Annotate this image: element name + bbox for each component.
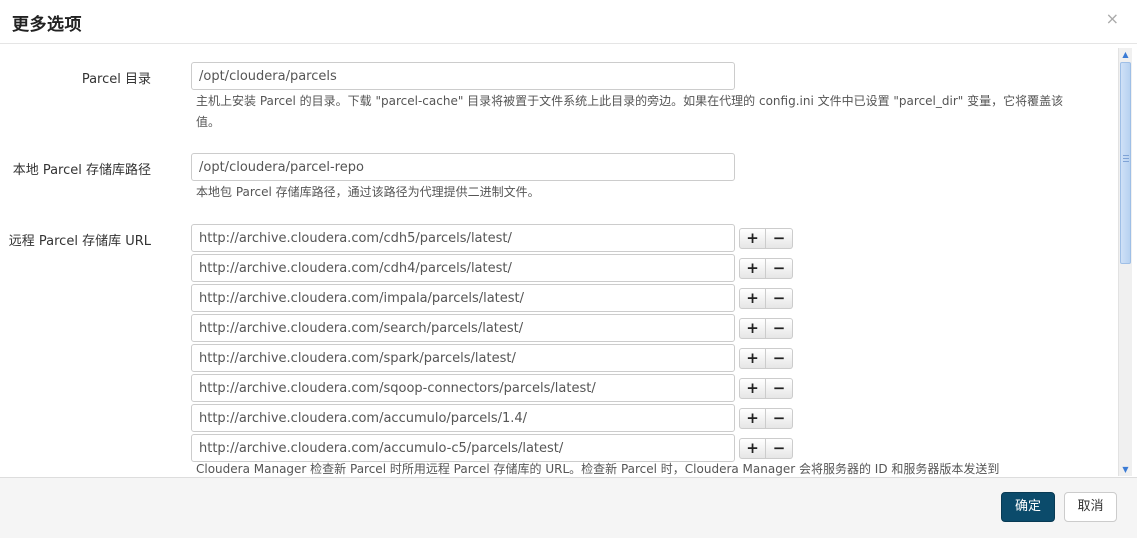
remote-repo-help: Cloudera Manager 检查新 Parcel 时所用远程 Parcel… xyxy=(196,462,1000,476)
add-url-button[interactable]: + xyxy=(739,228,766,249)
local-repo-input[interactable]: /opt/cloudera/parcel-repo xyxy=(191,153,735,181)
url-row-button-group: + − xyxy=(739,318,795,340)
dialog-header: 更多选项 × xyxy=(0,0,1137,44)
local-repo-label: 本地 Parcel 存储库路径 xyxy=(12,163,151,178)
remote-repo-url-input[interactable]: http://archive.cloudera.com/cdh5/parcels… xyxy=(191,224,735,252)
remote-repo-url-input[interactable]: http://archive.cloudera.com/cdh4/parcels… xyxy=(191,254,735,282)
remote-repo-label: 远程 Parcel 存储库 URL xyxy=(8,234,151,249)
remove-url-button[interactable]: − xyxy=(766,408,793,429)
scrollbar-grip-icon xyxy=(1123,155,1129,164)
scroll-down-arrow-icon[interactable]: ▼ xyxy=(1119,463,1132,476)
remove-url-button[interactable]: − xyxy=(766,438,793,459)
add-url-button[interactable]: + xyxy=(739,288,766,309)
remote-repo-url-input[interactable]: http://archive.cloudera.com/accumulo/par… xyxy=(191,404,735,432)
add-url-button[interactable]: + xyxy=(739,408,766,429)
dialog-title: 更多选项 xyxy=(12,15,82,35)
remove-url-button[interactable]: − xyxy=(766,258,793,279)
add-url-button[interactable]: + xyxy=(739,438,766,459)
add-url-button[interactable]: + xyxy=(739,348,766,369)
url-row-button-group: + − xyxy=(739,378,795,400)
remove-url-button[interactable]: − xyxy=(766,378,793,399)
local-repo-help: 本地包 Parcel 存储库路径，通过该路径为代理提供二进制文件。 xyxy=(196,185,540,199)
parcel-dir-help: 主机上安装 Parcel 的目录。下载 "parcel-cache" 目录将被置… xyxy=(196,94,1064,129)
add-url-button[interactable]: + xyxy=(739,258,766,279)
remote-repo-url-input[interactable]: http://archive.cloudera.com/accumulo-c5/… xyxy=(191,434,735,462)
close-icon[interactable]: × xyxy=(1106,9,1119,28)
dialog-footer: 确定 取消 xyxy=(0,477,1137,538)
url-row-button-group: + − xyxy=(739,228,795,250)
remove-url-button[interactable]: − xyxy=(766,318,793,339)
url-row-button-group: + − xyxy=(739,348,795,370)
more-options-dialog: 更多选项 × Parcel 目录 /opt/cloudera/parcels 主… xyxy=(0,0,1137,538)
remove-url-button[interactable]: − xyxy=(766,288,793,309)
scroll-up-arrow-icon[interactable]: ▲ xyxy=(1119,48,1132,61)
url-row-button-group: + − xyxy=(739,288,795,310)
url-row-button-group: + − xyxy=(739,438,795,460)
remote-repo-url-input[interactable]: http://archive.cloudera.com/impala/parce… xyxy=(191,284,735,312)
url-row-button-group: + − xyxy=(739,408,795,430)
parcel-dir-label: Parcel 目录 xyxy=(81,72,151,87)
vertical-scrollbar[interactable]: ▲ ▼ xyxy=(1118,48,1132,476)
url-row-button-group: + − xyxy=(739,258,795,280)
parcel-dir-input[interactable]: /opt/cloudera/parcels xyxy=(191,62,735,90)
cancel-button[interactable]: 取消 xyxy=(1064,492,1117,522)
remove-url-button[interactable]: − xyxy=(766,348,793,369)
dialog-body: Parcel 目录 /opt/cloudera/parcels 主机上安装 Pa… xyxy=(0,46,1117,476)
confirm-button[interactable]: 确定 xyxy=(1001,492,1055,522)
add-url-button[interactable]: + xyxy=(739,318,766,339)
remote-repo-url-input[interactable]: http://archive.cloudera.com/search/parce… xyxy=(191,314,735,342)
remove-url-button[interactable]: − xyxy=(766,228,793,249)
scrollbar-thumb[interactable] xyxy=(1120,62,1131,264)
add-url-button[interactable]: + xyxy=(739,378,766,399)
remote-repo-url-input[interactable]: http://archive.cloudera.com/spark/parcel… xyxy=(191,344,735,372)
remote-repo-url-input[interactable]: http://archive.cloudera.com/sqoop-connec… xyxy=(191,374,735,402)
